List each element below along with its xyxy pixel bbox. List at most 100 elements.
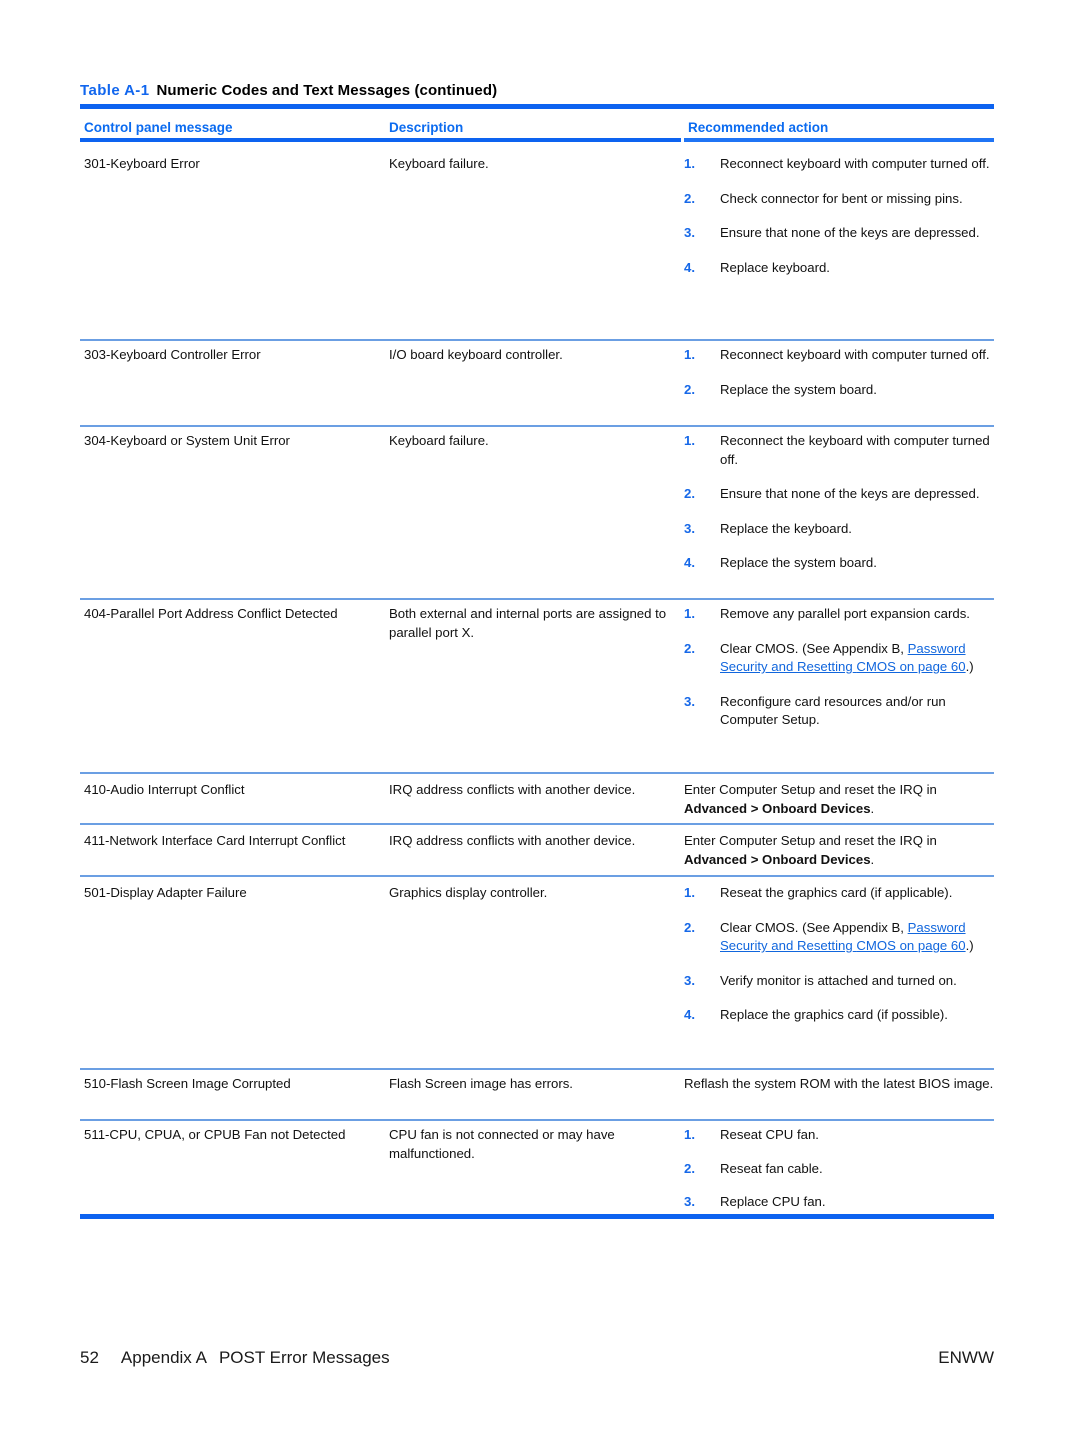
step-text: Clear CMOS. (See Appendix B, Password Se… (720, 640, 994, 677)
action-step: 1. Reconnect keyboard with computer turn… (684, 346, 994, 365)
action-step: 2. Replace the system board. (684, 381, 994, 400)
step-text: Remove any parallel port expansion cards… (720, 606, 970, 621)
action-step-with-link: 2. Clear CMOS. (See Appendix B, Password… (684, 640, 994, 677)
cell-message: 511-CPU, CPUA, or CPUB Fan not Detected (84, 1127, 346, 1142)
step-text: Replace keyboard. (720, 259, 830, 275)
step-text: Replace the keyboard. (720, 520, 852, 536)
cell-description: IRQ address conflicts with another devic… (389, 833, 636, 848)
action-path: Advanced > Onboard Devices (684, 800, 871, 816)
step-text: Clear CMOS. (See Appendix B, Password Se… (720, 919, 994, 956)
cell-description: Keyboard failure. (389, 156, 489, 171)
row-separator (80, 1068, 994, 1070)
step-number: 4. (684, 1007, 695, 1022)
cell-message: 304-Keyboard or System Unit Error (84, 433, 290, 448)
step-text: Reconnect keyboard with computer turned … (720, 347, 990, 362)
cell-message: 411-Network Interface Card Interrupt Con… (84, 833, 346, 848)
table-top-rule (80, 104, 994, 109)
step-number: 4. (684, 259, 695, 275)
step-number: 1. (684, 606, 695, 621)
step-text: Reseat fan cable. (720, 1160, 823, 1176)
row-separator (80, 1119, 994, 1121)
row-separator (80, 425, 994, 427)
row-separator (80, 875, 994, 877)
action-step: 3. Replace CPU fan. (684, 1193, 994, 1212)
cell-action: 1. Reseat the graphics card (if applicab… (684, 884, 994, 1025)
cell-description: Graphics display controller. (389, 885, 548, 900)
action-step: 3. Replace the keyboard. (684, 520, 994, 539)
step-text: Ensure that none of the keys are depress… (720, 225, 980, 240)
cell-message: 301-Keyboard Error (84, 156, 200, 171)
action-step: 1. Remove any parallel port expansion ca… (684, 605, 994, 624)
link-line-2: CMOS on page 60 (856, 938, 966, 953)
column-header-message: Control panel message (84, 120, 233, 135)
clear-cmos-prefix: Clear CMOS. (See Appendix B, (720, 919, 908, 935)
step-text: Reconnect the keyboard with computer tur… (720, 433, 990, 467)
cell-description: IRQ address conflicts with another devic… (389, 782, 636, 797)
cell-action: Reflash the system ROM with the latest B… (684, 1076, 994, 1091)
step-number: 2. (684, 640, 695, 656)
cell-action: 1. Reconnect keyboard with computer turn… (684, 155, 994, 277)
cell-description: Keyboard failure. (389, 433, 489, 448)
action-step: 4. Replace keyboard. (684, 259, 994, 278)
action-step: 4. Replace the system board. (684, 554, 994, 573)
document-page: Table A-1 Numeric Codes and Text Messages… (0, 0, 1080, 1437)
action-path: Advanced > Onboard Devices (684, 851, 871, 867)
step-number: 2. (684, 919, 695, 935)
action-step-with-link: 2. Clear CMOS. (See Appendix B, Password… (684, 919, 994, 956)
clear-cmos-suffix: .) (965, 659, 974, 674)
step-number: 1. (684, 347, 695, 362)
action-step: 1. Reconnect the keyboard with computer … (684, 432, 994, 469)
header-rule-left (80, 138, 681, 142)
action-suffix: . (870, 800, 875, 816)
row-separator (80, 598, 994, 600)
cell-action: 1. Reconnect keyboard with computer turn… (684, 346, 994, 399)
cell-message: 404-Parallel Port Address Conflict Detec… (84, 606, 338, 621)
cell-description: Both external and internal ports are ass… (389, 606, 667, 640)
action-step: 1. Reseat the graphics card (if applicab… (684, 884, 994, 903)
step-number: 3. (684, 693, 695, 709)
cell-message: 501-Display Adapter Failure (84, 885, 247, 900)
step-number: 2. (684, 381, 695, 397)
step-text: Replace the graphics card (if possible). (720, 1007, 948, 1022)
column-header-description: Description (389, 120, 464, 135)
step-number: 4. (684, 555, 695, 570)
cell-message: 510-Flash Screen Image Corrupted (84, 1076, 291, 1091)
step-number: 2. (684, 486, 695, 501)
step-number: 1. (684, 156, 695, 171)
link-line-2: CMOS on page 60 (856, 659, 966, 674)
action-step: 1. Reconnect keyboard with computer turn… (684, 155, 994, 174)
action-prefix: Enter Computer Setup and reset the IRQ i… (684, 782, 937, 797)
step-number: 2. (684, 1160, 695, 1176)
step-text: Ensure that none of the keys are depress… (720, 486, 980, 501)
step-number: 1. (684, 433, 695, 448)
step-text: Replace the system board. (720, 381, 877, 397)
table-caption: Table A-1 Numeric Codes and Text Messages… (80, 82, 497, 99)
step-number: 2. (684, 190, 695, 206)
cell-description: Flash Screen image has errors. (389, 1076, 573, 1091)
step-text: Replace the system board. (720, 555, 877, 570)
cell-action: 1. Remove any parallel port expansion ca… (684, 605, 994, 730)
cell-action: Enter Computer Setup and reset the IRQ i… (684, 781, 994, 818)
action-prefix: Enter Computer Setup and reset the IRQ i… (684, 833, 937, 848)
step-text: Reconnect keyboard with computer turned … (720, 156, 990, 171)
cell-action: 1. Reconnect the keyboard with computer … (684, 432, 994, 573)
cell-description: I/O board keyboard controller. (389, 347, 563, 362)
clear-cmos-prefix: Clear CMOS. (See Appendix B, (720, 640, 908, 656)
step-text: Reseat CPU fan. (720, 1127, 819, 1142)
action-step: 3. Verify monitor is attached and turned… (684, 972, 994, 991)
footer-page-number: 52 (80, 1348, 99, 1367)
action-step: 2. Check connector for bent or missing p… (684, 190, 994, 209)
step-text: Reconfigure card resources and/or run Co… (720, 693, 946, 728)
step-text: Check connector for bent or missing pins… (720, 190, 963, 206)
table-caption-number: Table A-1 (80, 82, 150, 99)
footer-right: ENWW (938, 1348, 994, 1367)
cell-message: 303-Keyboard Controller Error (84, 347, 261, 362)
cell-action: 1. Reseat CPU fan. 2. Reseat fan cable. … (684, 1126, 994, 1212)
action-step: 2. Ensure that none of the keys are depr… (684, 485, 994, 504)
row-separator (80, 339, 994, 341)
step-number: 1. (684, 885, 695, 900)
table-caption-text: Numeric Codes and Text Messages (continu… (156, 82, 498, 99)
footer-left: 52 Appendix A POST Error Messages (80, 1348, 390, 1368)
clear-cmos-suffix: .) (965, 938, 974, 953)
action-step: 1. Reseat CPU fan. (684, 1126, 994, 1145)
